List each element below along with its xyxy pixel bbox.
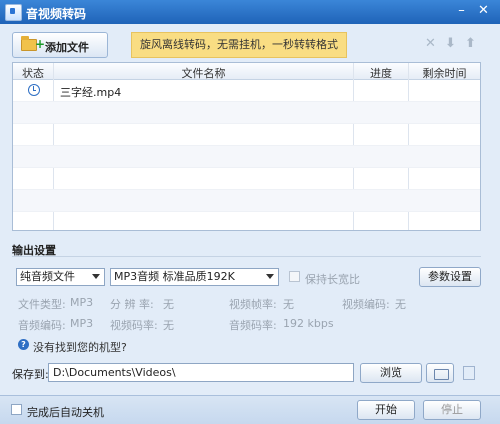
auto-shutdown-checkbox[interactable]: [11, 404, 22, 415]
audio-codec-label: 音频编码:: [18, 319, 66, 332]
video-bitrate-value: 无: [163, 319, 174, 332]
minimize-icon[interactable]: –: [452, 3, 471, 20]
format-preset-select[interactable]: MP3音频 标准品质192K: [110, 268, 279, 286]
video-fps-value: 无: [283, 298, 294, 311]
help-icon[interactable]: ?: [18, 339, 29, 350]
bottom-bar: 完成后自动关机 开始 停止: [0, 395, 500, 424]
header-progress: 进度: [370, 67, 392, 80]
save-path-input[interactable]: D:\Documents\Videos\: [48, 363, 354, 382]
format-type-value: 纯音频文件: [20, 270, 75, 283]
table-row-empty: [13, 212, 480, 230]
delete-icon[interactable]: ✕: [425, 36, 436, 51]
browse-button[interactable]: 浏览: [360, 363, 422, 383]
keep-ratio-label: 保持长宽比: [305, 273, 360, 286]
folder-icon: [434, 369, 449, 380]
title-bar: 音视频转码 – ✕: [0, 0, 500, 24]
section-divider: [12, 256, 481, 257]
format-type-select[interactable]: 纯音频文件: [16, 268, 105, 286]
move-down-icon[interactable]: ⬇: [445, 36, 456, 51]
save-to-label: 保存到:: [12, 368, 49, 381]
video-codec-value: 无: [395, 298, 406, 311]
header-status: 状态: [22, 67, 44, 80]
main-panel: + 添加文件 旋风离线转码，无需挂机，一秒转转格式 ✕ ⬇ ⬆ 状态 文件名称 …: [0, 24, 500, 395]
table-row[interactable]: 三字经.mp4: [13, 80, 480, 102]
keep-ratio-checkbox[interactable]: [289, 271, 300, 282]
table-row-empty: [13, 124, 480, 146]
start-button[interactable]: 开始: [357, 400, 415, 420]
audio-codec-value: MP3: [70, 317, 94, 330]
resolution-label: 分 辨 率:: [110, 298, 154, 311]
add-file-label: 添加文件: [45, 41, 89, 54]
open-folder-button[interactable]: [426, 363, 454, 383]
header-filename: 文件名称: [181, 67, 226, 80]
file-name: 三字经.mp4: [60, 86, 122, 99]
audio-bitrate-label: 音频码率:: [229, 319, 277, 332]
close-icon[interactable]: ✕: [474, 3, 493, 20]
window-title: 音视频转码: [26, 7, 87, 21]
table-row-empty: [13, 146, 480, 168]
stop-button[interactable]: 停止: [423, 400, 481, 420]
move-up-icon[interactable]: ⬆: [465, 36, 476, 51]
chevron-down-icon: [266, 274, 274, 279]
params-button[interactable]: 参数设置: [419, 267, 481, 287]
video-fps-label: 视频帧率:: [229, 298, 277, 311]
header-remaining: 剩余时间: [422, 67, 467, 80]
auto-shutdown-label: 完成后自动关机: [27, 406, 104, 419]
chevron-down-icon: [92, 274, 100, 279]
device-help-link[interactable]: 没有找到您的机型?: [33, 339, 127, 355]
file-type-label: 文件类型:: [18, 298, 66, 311]
table-row-empty: [13, 168, 480, 190]
format-preset-value: MP3音频 标准品质192K: [114, 270, 235, 283]
app-icon: [5, 4, 22, 21]
clock-icon: [28, 84, 40, 96]
table-row-empty: [13, 190, 480, 212]
table-header: 状态 文件名称 进度 剩余时间: [13, 63, 480, 80]
video-codec-label: 视频编码:: [342, 298, 390, 311]
export-icon[interactable]: [463, 366, 475, 380]
table-row-empty: [13, 102, 480, 124]
resolution-value: 无: [163, 298, 174, 311]
add-folder-icon: +: [21, 36, 45, 51]
audio-bitrate-value: 192 kbps: [283, 317, 334, 330]
file-table: 状态 文件名称 进度 剩余时间 三字经.mp4: [12, 62, 481, 231]
video-bitrate-label: 视频码率:: [110, 319, 158, 332]
promo-banner[interactable]: 旋风离线转码，无需挂机，一秒转转格式: [131, 32, 347, 58]
add-file-button[interactable]: + 添加文件: [12, 32, 108, 58]
file-type-value: MP3: [70, 296, 94, 309]
